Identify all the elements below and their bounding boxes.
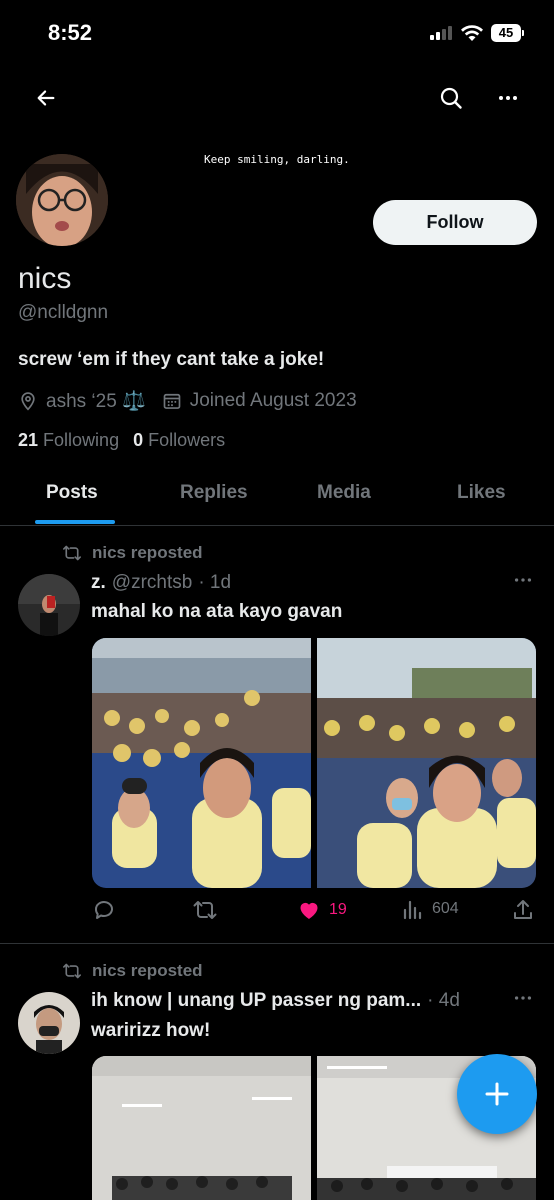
post-avatar[interactable] (18, 574, 80, 636)
reply-button[interactable] (92, 898, 124, 922)
post-more-button[interactable] (512, 570, 534, 596)
post-avatar[interactable] (18, 992, 80, 1054)
profile-tabs: Posts Replies Media Likes (0, 470, 554, 526)
followers-link[interactable]: 0 Followers (133, 430, 225, 451)
arrow-left-icon (37, 90, 55, 106)
profile-handle: @nclldgnn (18, 302, 109, 323)
tab-replies[interactable]: Replies (180, 482, 248, 504)
views-button[interactable]: 604 (402, 898, 459, 920)
compose-button[interactable] (457, 1054, 537, 1134)
more-icon (514, 578, 532, 582)
post-author-name[interactable]: z. (91, 572, 106, 594)
profile-location: ashs ‘25 ⚖️ (46, 391, 146, 412)
share-button[interactable] (512, 898, 534, 922)
display-name: nics (18, 262, 72, 295)
reply-icon (95, 901, 113, 919)
battery-indicator: 45 (491, 24, 521, 42)
tab-media[interactable]: Media (317, 482, 371, 504)
views-icon (403, 900, 422, 920)
tab-likes[interactable]: Likes (457, 482, 506, 504)
more-icon (514, 996, 532, 1000)
post-actions: 19 604 (92, 898, 536, 926)
post-author-handle[interactable]: @zrchtsb (112, 572, 193, 594)
views-count: 604 (432, 900, 459, 917)
profile-joined: Joined August 2023 (189, 390, 357, 411)
post-author-name[interactable]: ih know | unang UP passer ng pam... (91, 990, 421, 1012)
wifi-icon (461, 25, 483, 41)
post-time: · 1d (198, 572, 232, 593)
back-button[interactable] (26, 78, 66, 118)
following-label: Following (43, 430, 120, 450)
post-photo-1[interactable] (92, 1056, 311, 1200)
like-count: 19 (329, 901, 347, 918)
like-button[interactable]: 19 (297, 898, 347, 922)
tab-posts[interactable]: Posts (46, 482, 98, 504)
banner-caption: Keep smiling, darling. (204, 153, 350, 166)
post-text: waririzz how! (91, 1020, 211, 1041)
repost-label: nics reposted (92, 543, 203, 562)
followers-label: Followers (148, 430, 226, 450)
following-link[interactable]: 21 Following (18, 430, 119, 451)
repost-label: nics reposted (92, 961, 203, 980)
follow-stats: 21 Following 0 Followers (18, 430, 225, 451)
repost-icon (62, 545, 81, 561)
post-photo-2[interactable] (317, 638, 536, 888)
calendar-icon (163, 393, 181, 409)
share-icon (514, 900, 532, 919)
profile-avatar[interactable] (16, 154, 108, 246)
following-count: 21 (18, 430, 39, 450)
followers-count: 0 (133, 430, 144, 450)
plus-icon (485, 1082, 509, 1106)
post-header: ih know | unang UP passer ng pam... · 4d (91, 990, 460, 1012)
repost-icon (193, 901, 217, 919)
repost-indicator: nics reposted (62, 543, 203, 563)
profile-bio: screw ‘em if they cant take a joke! (18, 349, 325, 370)
post-photo-1[interactable] (92, 638, 311, 888)
post-more-button[interactable] (512, 988, 534, 1014)
repost-indicator: nics reposted (62, 961, 203, 981)
repost-icon (62, 963, 81, 979)
more-icon (499, 96, 517, 100)
search-button[interactable] (431, 78, 471, 118)
active-tab-indicator (35, 520, 115, 524)
follow-button[interactable]: Follow (373, 200, 537, 245)
signal-icon (430, 26, 452, 40)
post-divider (0, 943, 554, 944)
heart-icon (300, 902, 318, 919)
post-text: mahal ko na ata kayo gavan (91, 601, 343, 622)
battery-tip (522, 30, 524, 36)
post-time: · 4d (427, 990, 460, 1011)
status-time: 8:52 (48, 20, 93, 45)
repost-button[interactable] (192, 898, 226, 922)
location-pin-icon (21, 392, 35, 411)
more-options-button[interactable] (488, 78, 528, 118)
post-header: z. @zrchtsb · 1d (91, 572, 231, 594)
profile-meta: ashs ‘25 ⚖️ Joined August 2023 (18, 389, 357, 413)
search-icon (440, 87, 462, 109)
